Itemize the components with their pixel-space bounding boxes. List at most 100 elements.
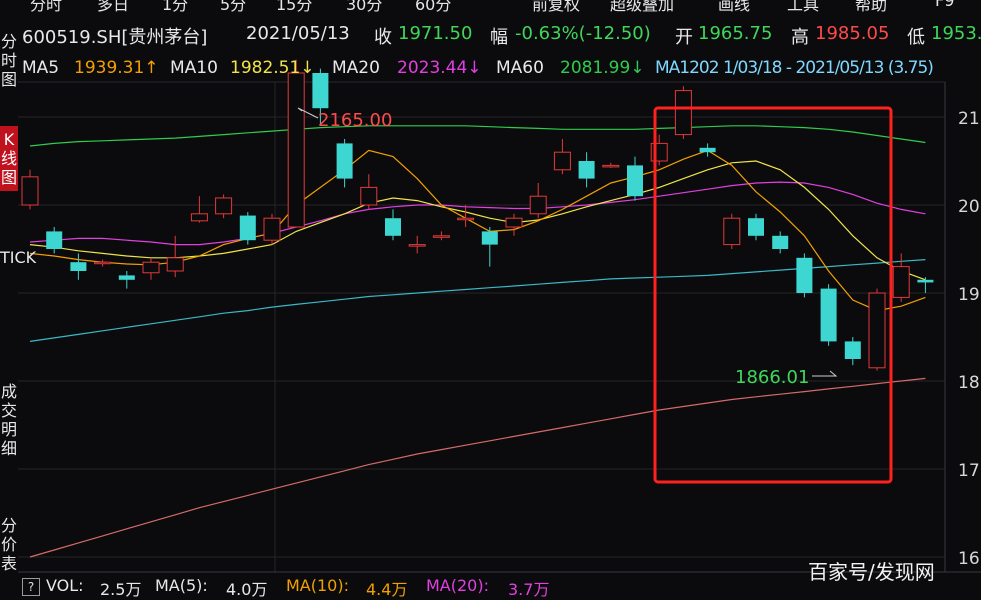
min-arrow <box>812 370 838 377</box>
open-label: 开 <box>675 27 693 48</box>
vol-ma10-value: 4.4万 <box>366 580 408 599</box>
candlestick <box>820 284 837 346</box>
candle-body <box>215 197 233 215</box>
ma250-line <box>29 377 926 558</box>
sidebar-item-tick[interactable]: TICK <box>0 248 36 267</box>
candle-body <box>190 213 208 222</box>
menu-item-timeshare[interactable]: 分时 <box>30 0 62 15</box>
price-tick-label: 20 <box>958 197 980 217</box>
stock-code: 600519.SH[贵州茅台] <box>22 27 208 48</box>
candlestick <box>263 213 281 245</box>
menu-item-forward-adjust[interactable]: 前复权 <box>532 0 580 15</box>
ma120-line <box>29 259 926 342</box>
chart-annotations: 2165.00 1866.01 <box>297 107 838 388</box>
candlestick <box>796 253 813 298</box>
highlight-box <box>653 106 893 484</box>
menu-item-15min[interactable]: 15分 <box>276 0 312 15</box>
menu-item-multiday[interactable]: 多日 <box>97 0 129 15</box>
candle-body <box>578 161 595 179</box>
candlestick <box>142 257 160 280</box>
candle-body <box>602 164 620 168</box>
candlestick <box>118 271 135 289</box>
ma20-value: 2023.44↓ <box>397 58 482 78</box>
menu-item-tools[interactable]: 工具 <box>787 0 819 15</box>
ma10-value: 1982.51↓ <box>230 58 315 78</box>
ma60-label: MA60 <box>496 58 544 78</box>
vol-ma10-label: MA(10): <box>286 576 349 595</box>
candlestick <box>553 139 571 175</box>
menu-item-help[interactable]: 帮助 <box>855 0 887 15</box>
candle-body <box>239 215 256 241</box>
candle-body <box>723 217 741 246</box>
open-value: 1965.75 <box>698 23 773 44</box>
candle-body <box>529 195 547 215</box>
candle-body <box>772 235 789 249</box>
candlestick <box>360 174 378 210</box>
change-label: 幅 <box>490 27 508 48</box>
candlestick <box>723 213 741 249</box>
sidebar-item-price-table[interactable]: 分价表 <box>0 516 18 573</box>
candlestick <box>699 143 716 157</box>
candlestick <box>602 162 620 169</box>
candlestick <box>46 227 63 254</box>
sidebar-item-kline[interactable]: K线图 <box>0 126 18 191</box>
candle-body <box>627 165 643 197</box>
high-label: 高 <box>791 27 809 48</box>
menu-item-60min[interactable]: 60分 <box>415 0 451 15</box>
vol-label: VOL: <box>46 576 84 595</box>
menu-item-super-overlay[interactable]: 超级叠加 <box>610 0 674 15</box>
candle-body <box>844 341 861 359</box>
ma5-line <box>29 149 926 312</box>
candlestick <box>408 235 426 254</box>
candlestick <box>457 205 475 227</box>
candle-body <box>917 279 934 283</box>
candlestick <box>674 86 692 139</box>
candlestick <box>748 213 764 241</box>
candle-body <box>336 143 353 179</box>
menu-item-30min[interactable]: 30分 <box>346 0 382 15</box>
sidebar-item-trade-detail[interactable]: 成交明细 <box>0 382 18 458</box>
candlestick <box>70 253 87 280</box>
candlestick <box>385 209 401 241</box>
vol-ma20-value: 3.7万 <box>508 580 550 599</box>
candlestick <box>481 227 498 267</box>
candlestick <box>868 288 886 371</box>
menu-item-1min[interactable]: 1分 <box>162 0 188 15</box>
kline-chart[interactable]: 21 20 19 18 17 16 2165.00 1866.01 <box>0 0 981 596</box>
watermark-text: 百家号/发现网 <box>808 560 935 584</box>
change-value: -0.63%(-12.50) <box>515 23 651 44</box>
ma-legend-bar: MA5 1939.31↑ MA10 1982.51↓ MA20 2023.44↓… <box>0 56 981 80</box>
candle-body <box>360 186 378 206</box>
price-tick-label: 21 <box>958 109 980 129</box>
candle-body <box>457 217 475 221</box>
overlap-range-text: MA1202 1/03/18 - 2021/05/13 (3.75) <box>655 58 934 78</box>
candle-body <box>505 217 523 228</box>
candle-body <box>820 288 837 342</box>
high-value: 1985.05 <box>815 23 890 44</box>
ma20-line <box>29 181 926 246</box>
ma60-line <box>29 125 926 147</box>
price-tick-label: 17 <box>958 461 980 481</box>
low-label: 低 <box>907 27 925 48</box>
candlestick <box>432 231 450 241</box>
vol-value: 2.5万 <box>100 580 142 599</box>
close-label: 收 <box>374 27 392 48</box>
price-axis: 21 20 19 18 17 16 <box>958 109 980 569</box>
candle-body <box>70 262 87 271</box>
candle-body <box>796 257 813 293</box>
min-price-label: 1866.01 <box>735 367 809 388</box>
candlestick <box>917 277 934 293</box>
menu-item-5min[interactable]: 5分 <box>220 0 246 15</box>
candlestick <box>94 259 112 267</box>
left-view-sidebar: 分时图 K线图 TICK 成交明细 分价表 <box>0 28 36 596</box>
candlestick <box>505 213 523 236</box>
candle-body <box>432 235 450 238</box>
candle-body <box>892 266 910 298</box>
menu-item-f9[interactable]: F9 <box>935 0 954 10</box>
sidebar-item-timeshare[interactable]: 分时图 <box>0 32 18 89</box>
candlestick <box>287 59 305 228</box>
menu-item-draw-line[interactable]: 画线 <box>718 0 750 15</box>
candle-body <box>287 72 305 228</box>
vol-ma5-label: MA(5): <box>155 576 208 595</box>
candle-body <box>385 218 401 236</box>
